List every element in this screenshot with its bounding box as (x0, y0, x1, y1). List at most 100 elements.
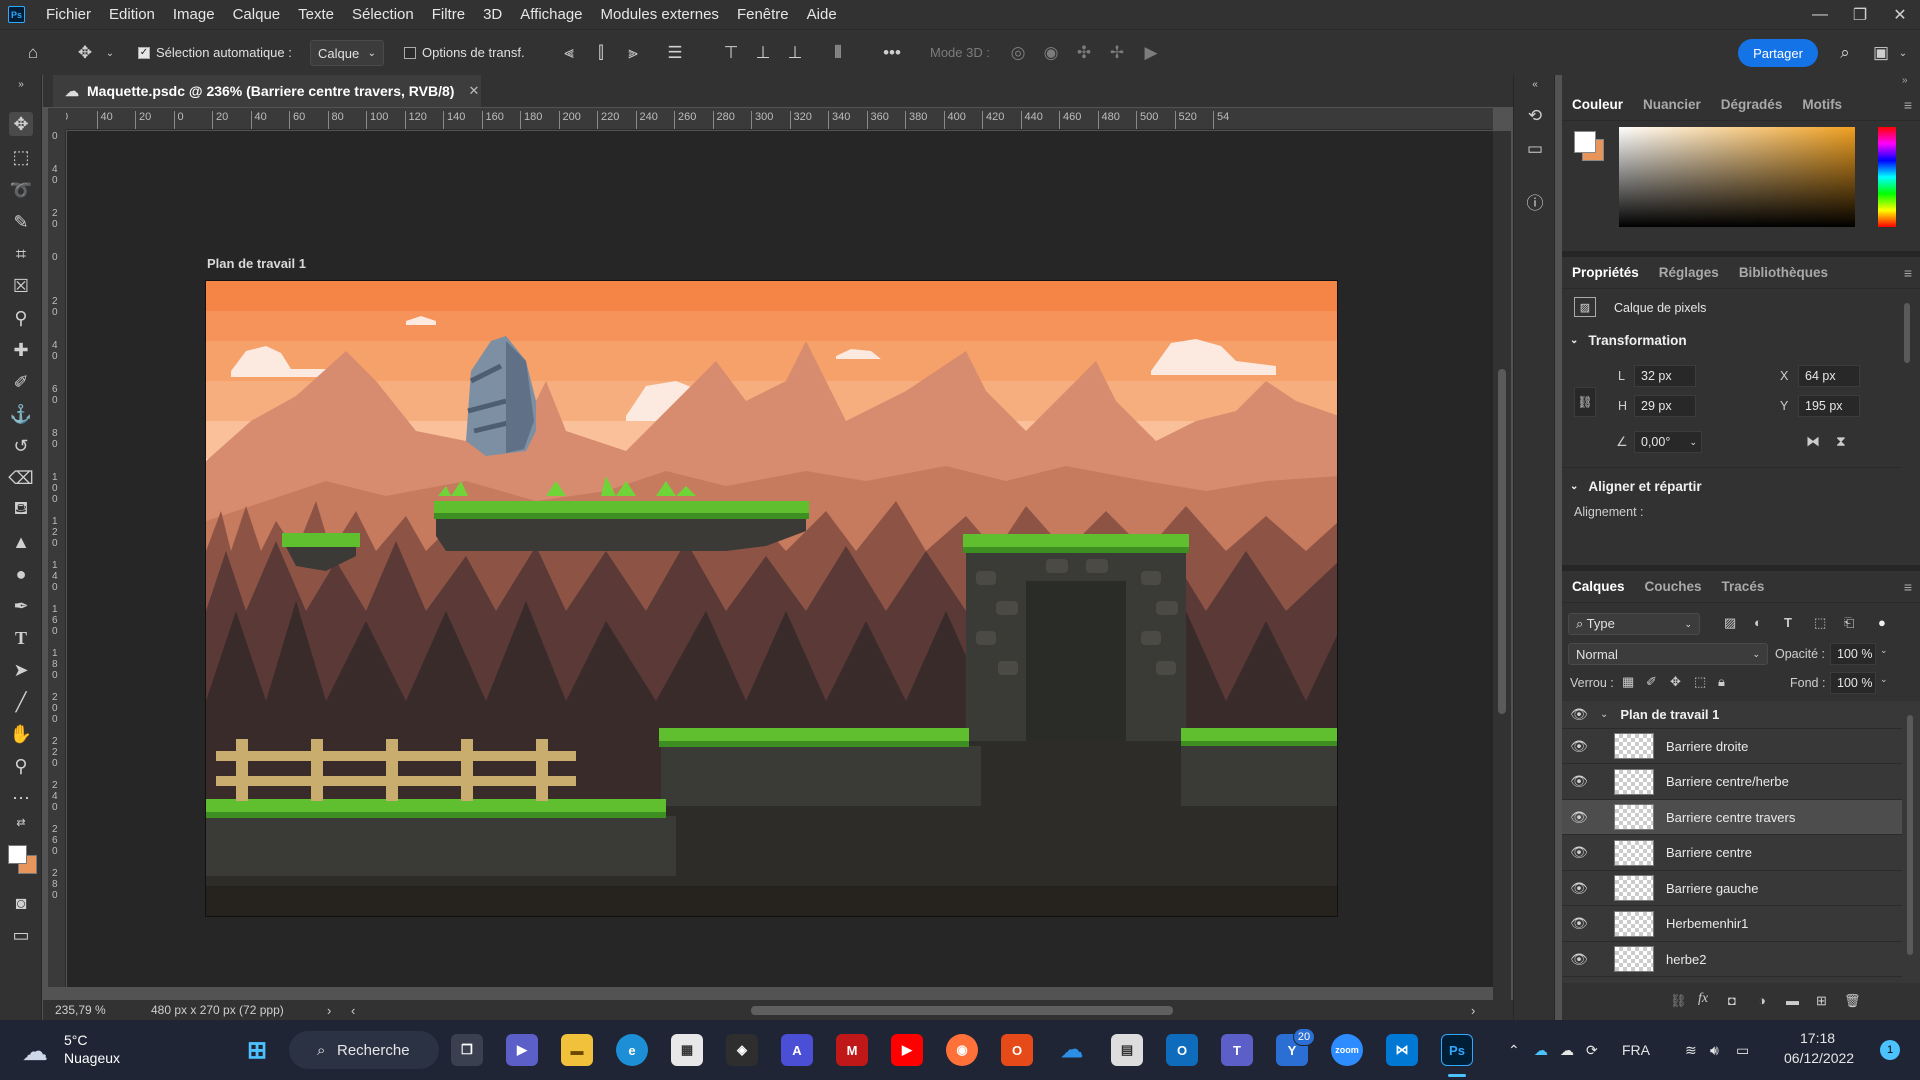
menu-fichier[interactable]: Fichier (37, 0, 100, 29)
chevron-down-icon[interactable]: ⌄ (1896, 44, 1910, 62)
eraser-tool-icon[interactable]: ⌫ (8, 466, 33, 490)
panel-menu-icon[interactable]: ≡ (1904, 265, 1912, 281)
healing-brush-tool-icon[interactable]: ✚ (9, 338, 33, 362)
brush-tool-icon[interactable]: ✐ (9, 370, 33, 394)
properties-scroll-thumb[interactable] (1904, 303, 1910, 363)
opacity-field[interactable]: 100 % (1830, 643, 1876, 665)
angle-field[interactable]: 0,00° ⌄ (1634, 431, 1702, 453)
layer-effects-icon[interactable]: fx (1698, 991, 1708, 1007)
chevron-down-icon[interactable]: ⌄ (1600, 709, 1608, 720)
unity-icon[interactable]: ◈ (726, 1034, 758, 1066)
search-icon[interactable]: ⌕ (1834, 42, 1856, 64)
tray-chevron-up-icon[interactable]: ⌃ (1508, 1042, 1520, 1059)
layer-filter-dropdown[interactable]: ⌕ Type ⌄ (1568, 613, 1700, 635)
workspace-icon[interactable]: ▣ (1870, 42, 1892, 64)
chevron-left-icon[interactable]: ‹ (351, 1003, 355, 1018)
menu-affichage[interactable]: Affichage (511, 0, 591, 29)
teams-icon[interactable]: T (1221, 1034, 1253, 1066)
pan-3d-icon[interactable]: ✣ (1073, 42, 1095, 64)
color-picker-field[interactable] (1619, 127, 1855, 227)
minimize-icon[interactable]: — (1800, 0, 1840, 29)
tab-nuancier[interactable]: Nuancier (1633, 89, 1711, 121)
clock-date[interactable]: 06/12/2022 (1784, 1050, 1854, 1066)
transform-options-checkbox[interactable]: Options de transf. (404, 45, 525, 60)
move-tool-icon[interactable]: ✥ (74, 42, 96, 64)
history-brush-tool-icon[interactable]: ↺ (9, 434, 33, 458)
zoom-icon[interactable]: zoom (1331, 1034, 1363, 1066)
comments-panel-icon[interactable]: ▭ (1524, 138, 1546, 160)
roll-3d-icon[interactable]: ◉ (1040, 42, 1062, 64)
panel-menu-icon[interactable]: ≡ (1904, 579, 1912, 595)
layer-group-row[interactable]: 👁︎ ⌄ Plan de travail 1 (1562, 701, 1902, 729)
quick-selection-tool-icon[interactable]: ✎ (9, 210, 33, 234)
transform-section-header[interactable]: ⌄ Transformation (1570, 333, 1687, 348)
align-section-header[interactable]: ⌄ Aligner et répartir (1570, 479, 1702, 494)
artboard-canvas[interactable] (205, 280, 1338, 917)
close-icon[interactable]: ✕ (1880, 0, 1920, 29)
align-left-icon[interactable]: ⫷ (559, 42, 579, 64)
lock-transparency-icon[interactable]: ▦ (1622, 674, 1634, 690)
store-icon[interactable]: ▦ (671, 1034, 703, 1066)
x-field[interactable]: 64 px (1798, 365, 1860, 387)
chevron-right-icon[interactable]: › (327, 1003, 331, 1018)
weather-widget[interactable]: ☁ 5°C Nuageux (22, 1030, 132, 1070)
tray-cloud-icon[interactable]: ☁ (1560, 1042, 1574, 1059)
tab-couleur[interactable]: Couleur (1562, 89, 1633, 121)
filter-toggle-icon[interactable]: ● (1878, 615, 1886, 630)
menu-filtre[interactable]: Filtre (423, 0, 474, 29)
firefox-icon[interactable]: ◉ (946, 1034, 978, 1066)
notification-count[interactable]: 1 (1880, 1040, 1900, 1060)
lock-artboard-icon[interactable]: ⬚ (1694, 674, 1706, 690)
align-top-icon[interactable]: ⊤ (721, 42, 741, 64)
layers-scrollbar[interactable] (1904, 701, 1916, 983)
frame-tool-icon[interactable]: ☒ (9, 274, 33, 298)
menu-fenetre[interactable]: Fenêtre (728, 0, 798, 29)
dodge-tool-icon[interactable]: ● (9, 562, 33, 586)
vertical-scroll-thumb[interactable] (1498, 369, 1506, 714)
more-tools-icon[interactable]: ⋯ (9, 786, 33, 810)
auto-select-checkbox[interactable]: ✓ Sélection automatique : (138, 45, 292, 60)
outlook-icon[interactable]: O (1166, 1034, 1198, 1066)
menu-edition[interactable]: Edition (100, 0, 164, 29)
filter-pixel-icon[interactable]: ▨ (1724, 615, 1736, 631)
pen-tool-icon[interactable]: ✒ (9, 594, 33, 618)
hand-tool-icon[interactable]: ✋ (9, 722, 33, 746)
flip-vertical-icon[interactable]: ⧗ (1836, 433, 1846, 450)
auto-select-target-dropdown[interactable]: Calque ⌄ (310, 40, 384, 66)
line-tool-icon[interactable]: ╱ (9, 690, 33, 714)
chat-icon[interactable]: ▶ (506, 1034, 538, 1066)
language-indicator[interactable]: FRA (1622, 1042, 1650, 1058)
delete-layer-icon[interactable]: 🗑︎ (1844, 993, 1861, 1009)
wifi-icon[interactable]: ≋ (1685, 1042, 1697, 1059)
battery-icon[interactable]: ▭ (1736, 1042, 1749, 1059)
filter-adjustment-icon[interactable]: ◐ (1754, 615, 1762, 630)
restore-icon[interactable]: ❐ (1840, 0, 1880, 29)
flip-horizontal-icon[interactable]: ⧓ (1806, 433, 1820, 450)
office-icon[interactable]: O (1001, 1034, 1033, 1066)
tab-reglages[interactable]: Réglages (1649, 257, 1729, 289)
tab-degrades[interactable]: Dégradés (1711, 89, 1793, 121)
tab-couches[interactable]: Couches (1635, 571, 1712, 603)
marquee-tool-icon[interactable]: ⬚ (9, 145, 33, 169)
layers-scroll-thumb[interactable] (1907, 715, 1913, 955)
volume-icon[interactable]: 🔊︎ (1710, 1042, 1719, 1059)
menu-image[interactable]: Image (164, 0, 224, 29)
link-layers-icon[interactable]: ⛓ (1670, 993, 1687, 1009)
visibility-eye-icon[interactable]: 👁︎ (1562, 915, 1596, 932)
app-icon[interactable]: ▤ (1111, 1034, 1143, 1066)
layer-row[interactable]: 👁︎ Herbemenhir1 (1562, 907, 1902, 942)
filter-shape-icon[interactable]: ⬚ (1814, 615, 1826, 631)
hue-slider[interactable] (1878, 127, 1896, 227)
new-adjustment-icon[interactable]: ◑ (1758, 993, 1766, 1008)
new-group-icon[interactable]: ▬ (1786, 993, 1799, 1008)
distribute-v-icon[interactable]: ⦀ (828, 42, 848, 64)
screen-mode-icon[interactable]: ▭ (9, 923, 33, 947)
document-tab[interactable]: ☁ Maquette.psdc @ 236% (Barriere centre … (53, 75, 481, 107)
lock-position-icon[interactable]: ✥ (1670, 674, 1681, 690)
fill-field[interactable]: 100 % (1830, 672, 1876, 694)
tray-sync-icon[interactable]: ⟳ (1586, 1042, 1598, 1059)
zoom-level[interactable]: 235,79 % (55, 1003, 106, 1017)
taskbar-search[interactable]: ⌕ Recherche (289, 1031, 439, 1069)
vertical-scrollbar[interactable] (1493, 131, 1511, 1001)
type-tool-icon[interactable]: T (9, 626, 33, 650)
